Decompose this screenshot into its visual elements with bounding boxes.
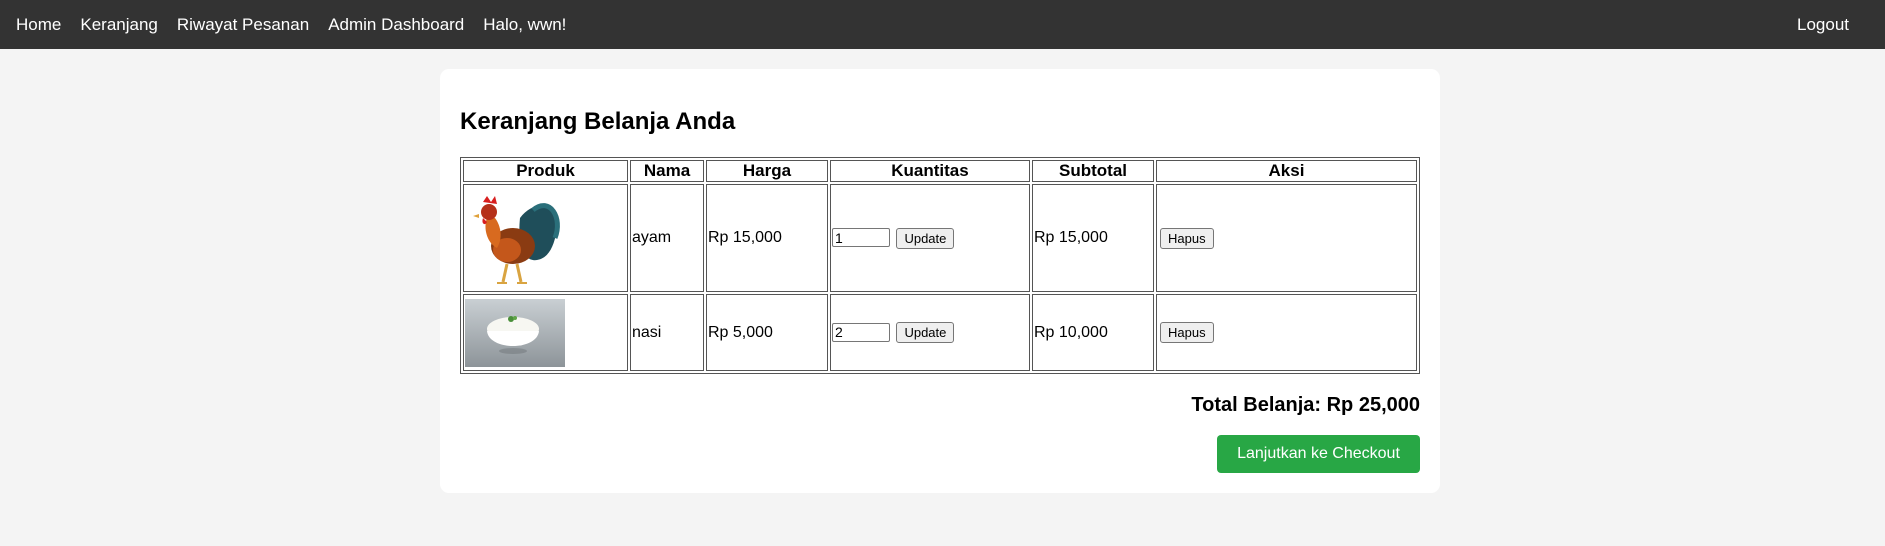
quantity-input[interactable] — [832, 322, 890, 342]
checkout-button[interactable]: Lanjutkan ke Checkout — [1217, 435, 1420, 473]
update-button[interactable]: Update — [896, 322, 955, 343]
header-product: Produk — [463, 160, 628, 182]
product-image-cell — [463, 294, 628, 371]
product-image-cell — [463, 184, 628, 292]
cart-table: Produk Nama Harga Kuantitas Subtotal Aks… — [460, 157, 1420, 374]
quantity-cell: Update — [830, 184, 1030, 292]
product-price: Rp 15,000 — [706, 184, 828, 292]
header-name: Nama — [630, 160, 704, 182]
product-name: ayam — [630, 184, 704, 292]
product-subtotal: Rp 10,000 — [1032, 294, 1154, 371]
navbar: Home Keranjang Riwayat Pesanan Admin Das… — [0, 0, 1885, 49]
rice-bowl-image — [465, 298, 565, 367]
action-cell: Hapus — [1156, 184, 1417, 292]
quantity-input[interactable] — [832, 228, 890, 247]
cart-card: Keranjang Belanja Anda Produk Nama Harga… — [440, 69, 1440, 493]
header-action: Aksi — [1156, 160, 1417, 182]
nav-cart-link[interactable]: Keranjang — [80, 15, 158, 35]
update-button[interactable]: Update — [896, 227, 955, 249]
user-greeting: Halo, wwn! — [483, 14, 567, 34]
logout-link[interactable]: Logout — [1797, 15, 1849, 34]
delete-button[interactable]: Hapus — [1160, 322, 1214, 343]
cart-total: Total Belanja: Rp 25,000 — [1191, 394, 1420, 416]
table-row: ayam Rp 15,000 Update Rp 15,000 Hapus — [463, 184, 1417, 292]
quantity-cell: Update — [830, 294, 1030, 371]
product-name: nasi — [630, 294, 704, 371]
product-price: Rp 5,000 — [706, 294, 828, 371]
rooster-image — [465, 188, 565, 288]
nav-order-history-link[interactable]: Riwayat Pesanan — [177, 15, 309, 35]
header-price: Harga — [706, 160, 828, 182]
table-row: nasi Rp 5,000 Update Rp 10,000 Hapus — [463, 294, 1417, 371]
product-subtotal: Rp 15,000 — [1032, 184, 1154, 292]
page-title: Keranjang Belanja Anda — [460, 108, 736, 135]
header-subtotal: Subtotal — [1032, 160, 1154, 182]
nav-home-link[interactable]: Home — [16, 15, 61, 35]
action-cell: Hapus — [1156, 294, 1417, 371]
nav-links: Home Keranjang Riwayat Pesanan Admin Das… — [16, 15, 566, 35]
delete-button[interactable]: Hapus — [1160, 227, 1214, 249]
nav-admin-dashboard-link[interactable]: Admin Dashboard — [328, 15, 464, 35]
table-header-row: Produk Nama Harga Kuantitas Subtotal Aks… — [463, 160, 1417, 182]
header-quantity: Kuantitas — [830, 160, 1030, 182]
